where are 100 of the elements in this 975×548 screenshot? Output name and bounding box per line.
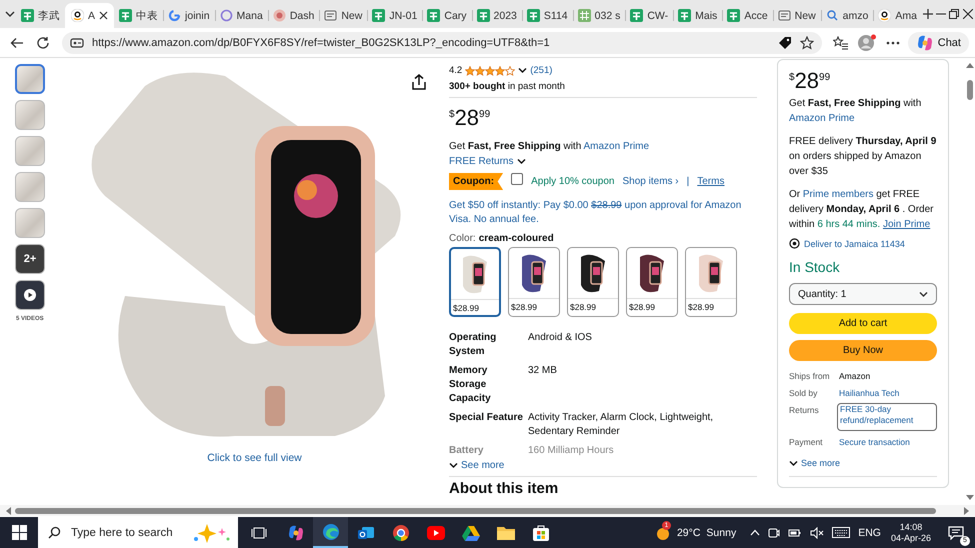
color-option[interactable]: $28.99 [449, 247, 501, 317]
scroll-left-icon[interactable] [5, 506, 11, 514]
star-icon[interactable] [800, 36, 814, 50]
thumbnail[interactable] [15, 280, 45, 310]
browser-tab[interactable]: 2023 [472, 3, 522, 28]
spreadsheet-icon [372, 9, 386, 22]
deliver-to-link[interactable]: Deliver to Jamaica 11434 [804, 238, 905, 248]
shop-items-link[interactable]: Shop items › [622, 176, 679, 187]
meet-now-icon[interactable] [768, 526, 780, 538]
add-to-cart-button[interactable]: Add to cart [789, 313, 937, 334]
prime-members-link[interactable]: Prime members [802, 189, 874, 200]
chevron-up-icon[interactable] [750, 529, 760, 536]
thumbnail[interactable] [15, 172, 45, 202]
see-more-button[interactable]: See more [789, 458, 840, 468]
clock[interactable]: 14:08 04-Apr-26 [890, 522, 931, 544]
rating-value: 4.2 [449, 65, 462, 76]
amazon-prime-link[interactable]: Amazon Prime [584, 141, 650, 152]
language-indicator[interactable]: ENG [858, 526, 881, 538]
browser-tab[interactable]: joinin [163, 3, 215, 28]
battery-icon[interactable] [788, 528, 802, 538]
spreadsheet-icon [630, 9, 644, 22]
keyboard-icon[interactable] [832, 527, 850, 538]
browser-tab[interactable]: New [319, 3, 368, 28]
search-field[interactable]: Type here to search [69, 526, 184, 540]
currency-symbol: $ [789, 72, 795, 83]
location-pin-icon [789, 238, 800, 249]
taskbar-search-field[interactable]: Type here to search [38, 517, 238, 548]
returns-policy-link[interactable]: FREE 30-day refund/replacement [837, 403, 937, 431]
close-icon[interactable] [99, 11, 108, 20]
see-more-button[interactable]: See more [449, 460, 504, 471]
join-prime-link[interactable]: Join Prime [882, 219, 930, 230]
spreadsheet-icon [727, 9, 740, 22]
free-returns-button[interactable]: FREE Returns [449, 154, 526, 169]
browser-tab[interactable]: 032 s [572, 3, 626, 28]
amazon-prime-link[interactable]: Amazon Prime [789, 113, 855, 124]
scroll-up-icon[interactable] [966, 62, 974, 68]
browser-tab[interactable]: amzo [820, 3, 874, 28]
browser-tab[interactable]: 中表 [114, 3, 164, 28]
scroll-thumb[interactable] [966, 80, 972, 100]
scroll-thumb[interactable] [15, 508, 936, 514]
taskbar-app-button[interactable] [313, 517, 348, 548]
apply-coupon-label[interactable]: Apply 10% coupon [531, 176, 614, 187]
tag-icon[interactable] [778, 36, 792, 50]
spreadsheet-icon [678, 9, 692, 22]
detail-link[interactable]: Hailianhua Tech [839, 388, 937, 399]
browser-tab[interactable]: Mana [214, 3, 268, 28]
play-icon [426, 526, 444, 540]
horizontal-scrollbar[interactable] [0, 505, 975, 516]
price-whole: 28 [454, 107, 480, 129]
browser-tab[interactable]: A [65, 3, 114, 28]
browser-tab[interactable]: New [772, 3, 821, 28]
color-option[interactable]: $28.99 [626, 247, 678, 317]
thumbnail[interactable] [15, 100, 45, 130]
chevron-down-icon[interactable] [518, 67, 528, 74]
buy-now-button[interactable]: Buy Now [789, 340, 937, 361]
site-info-icon[interactable] [70, 36, 84, 50]
browser-tab[interactable]: 李武 [16, 3, 65, 28]
color-option[interactable]: $28.99 [508, 247, 560, 317]
browser-tab[interactable]: Mais [673, 3, 722, 28]
task-view-icon [251, 526, 267, 540]
browser-tab[interactable]: Cary [422, 3, 472, 28]
detail-label: Ships from [789, 371, 831, 382]
browser-tab[interactable]: Ama [873, 3, 922, 28]
ring-icon [220, 9, 233, 22]
color-option[interactable]: $28.99 [685, 247, 737, 317]
browser-tab[interactable]: JN-01 [367, 3, 422, 28]
triangle-icon [462, 524, 480, 540]
notification-icon[interactable] [948, 526, 964, 540]
chat-button[interactable]: Chat [908, 32, 969, 54]
thumbnail[interactable] [15, 208, 45, 238]
visa-offer-link[interactable]: Get $50 off instantly: Pay $0.00 $28.99 upon approval for Amazon Visa. No annual fee. [449, 199, 754, 227]
thumbnail[interactable] [15, 64, 45, 94]
address-field[interactable]: https://www.amazon.com/dp/B0FYX6F8SY/ref=twister_B0G2SK13LP?_encoding=UTF8&th=1 [62, 32, 822, 54]
speaker-muted-icon[interactable] [810, 526, 824, 538]
browser-tab[interactable]: Acce [722, 3, 773, 28]
scroll-right-icon[interactable] [964, 506, 970, 514]
review-count-link[interactable]: (251) [530, 65, 552, 76]
share-icon[interactable] [412, 74, 426, 90]
section-heading: About this item [449, 480, 558, 498]
spec-value: Android & IOS [528, 331, 593, 345]
coupon-checkbox[interactable] [511, 172, 524, 184]
browser-tab[interactable]: CW- [625, 3, 674, 28]
spec-value: Activity Tracker, Alarm Clock, Lightweight, Sedentary Reminder [528, 411, 714, 439]
browser-tab[interactable]: S114 [522, 3, 573, 28]
browser-tab[interactable]: Dash [268, 3, 320, 28]
favorites-icon [833, 36, 848, 50]
detail-link[interactable]: Secure transaction [839, 437, 937, 448]
thumbnail[interactable] [15, 136, 45, 166]
full-view-link[interactable]: Click to see full view [207, 452, 302, 464]
spec-label: Operating System [449, 331, 498, 359]
color-option[interactable]: $28.99 [567, 247, 619, 317]
terms-link[interactable]: Terms [697, 176, 724, 187]
back-arrow-icon [10, 36, 24, 50]
scroll-down-icon[interactable] [966, 495, 974, 501]
search-icon [826, 9, 839, 22]
quantity-dropdown[interactable]: Quantity: 1 [789, 283, 937, 305]
spec-value: 32 MB [528, 364, 558, 378]
thumbnail[interactable]: 2+ [15, 244, 45, 274]
spec-label: Special Feature [449, 411, 524, 425]
chevron-down-icon [449, 462, 458, 469]
